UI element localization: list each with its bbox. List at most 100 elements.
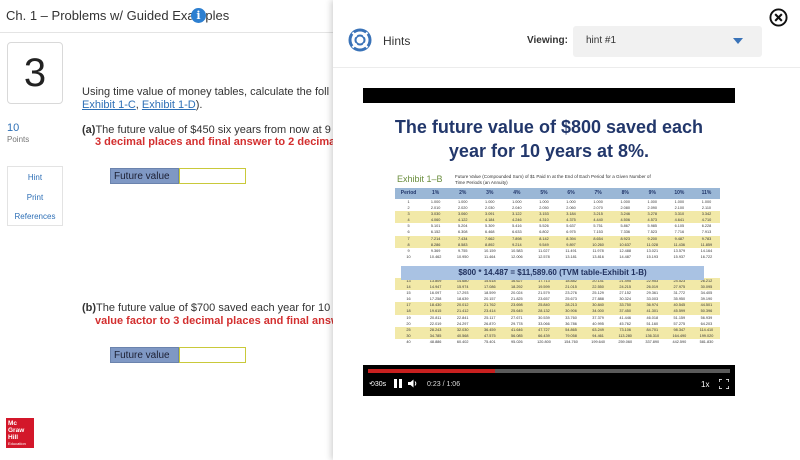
table-cell: 11.978 xyxy=(592,248,604,253)
rewind-30s-button[interactable]: ⟲30s xyxy=(369,380,386,388)
table-cell: 37.379 xyxy=(592,315,604,320)
table-cell: 10.462 xyxy=(429,254,442,259)
table-cell: 7 xyxy=(407,236,410,241)
table-cell: 11.464 xyxy=(484,254,496,259)
table-cell: 27.152 xyxy=(619,291,631,296)
fullscreen-icon[interactable] xyxy=(719,379,729,389)
table-cell: 20.157 xyxy=(483,297,496,302)
table-cell: 36.974 xyxy=(646,303,659,308)
table-cell: 2% xyxy=(459,190,467,196)
table-cell: 7.214 xyxy=(430,236,441,241)
table-cell: 4.122 xyxy=(457,218,468,223)
hint-video-player[interactable]: The future value of $800 saved each year… xyxy=(363,88,735,396)
part-a-field-label: Future value xyxy=(110,168,179,184)
table-cell: 1.000 xyxy=(620,200,630,204)
table-cell: 30 xyxy=(406,333,411,338)
table-cell: 6.802 xyxy=(539,230,549,235)
table-cell: 5.985 xyxy=(647,224,658,229)
table-cell: 11.027 xyxy=(538,248,550,253)
table-cell: 36.786 xyxy=(565,321,577,326)
formula-banner: $800 * 14.487 = $11,589.60 (TVM table-Ex… xyxy=(401,266,704,280)
references-link[interactable]: References xyxy=(8,212,62,221)
prompt-text: Using time value of money tables, calcul… xyxy=(82,86,330,98)
table-cell: 7% xyxy=(594,190,602,196)
table-cell: 30.906 xyxy=(565,309,577,314)
print-link[interactable]: Print xyxy=(8,193,62,202)
table-cell: 5.204 xyxy=(457,224,468,229)
table-cell: 7.898 xyxy=(512,236,522,241)
table-cell: 40.568 xyxy=(456,333,469,338)
hints-title: Hints xyxy=(383,34,411,48)
table-cell: 41.301 xyxy=(646,309,659,314)
hint-select[interactable]: hint #1 xyxy=(573,26,762,57)
part-a-future-value-input[interactable] xyxy=(179,168,246,184)
part-a-label: (a) xyxy=(82,124,96,136)
table-cell: 34.000 xyxy=(592,309,604,314)
table-cell: 9.200 xyxy=(647,236,658,241)
table-cell: 15.974 xyxy=(456,285,469,290)
table-cell: 17.258 xyxy=(429,297,442,302)
table-cell: 3.030 xyxy=(430,212,441,217)
table-cell: 3.215 xyxy=(593,212,603,217)
table-cell: 9.369 xyxy=(430,248,441,253)
table-cell: 20 xyxy=(406,321,411,326)
table-cell: 2 xyxy=(407,206,410,211)
hint-link[interactable]: Hint xyxy=(8,173,62,182)
close-circle-icon[interactable] xyxy=(769,8,788,27)
pause-icon[interactable] xyxy=(394,379,402,388)
table-cell: 9.487 xyxy=(674,236,685,241)
table-cell: 6.468 xyxy=(485,230,495,235)
table-cell: 24.297 xyxy=(456,321,469,326)
table-cell: 7.913 xyxy=(701,230,712,235)
table-cell: 10.583 xyxy=(511,248,523,253)
question-prompt: Using time value of money tables, calcul… xyxy=(82,86,335,112)
table-cell: 6.975 xyxy=(566,230,576,235)
table-cell: 7.336 xyxy=(620,230,630,235)
volume-icon[interactable] xyxy=(408,379,418,388)
table-cell: 22.019 xyxy=(429,321,442,326)
table-cell: 19 xyxy=(406,315,411,320)
table-cell: 2.110 xyxy=(701,206,712,211)
table-cell: 13.181 xyxy=(565,254,577,259)
table-cell: 57.275 xyxy=(673,321,686,326)
table-row: 40 48.886 60.402 75.401 95.026 120.800 154.760… xyxy=(395,339,720,345)
table-cell: 10.637 xyxy=(619,242,631,247)
table-cell: 56.939 xyxy=(700,315,713,320)
table-cell: 5.751 xyxy=(593,224,603,229)
speed-button[interactable]: 1x xyxy=(701,380,709,389)
table-cell: 34.405 xyxy=(700,291,713,296)
info-icon[interactable]: i xyxy=(191,8,206,23)
table-cell: 9.755 xyxy=(457,248,468,253)
table-cell: 25.645 xyxy=(511,309,523,314)
table-cell: 33.066 xyxy=(538,321,550,326)
table-cell: 98.347 xyxy=(673,327,686,332)
table-cell: 14.164 xyxy=(700,248,713,253)
table-cell: 22.841 xyxy=(456,315,469,320)
table-cell: 32.030 xyxy=(456,327,469,332)
table-cell: 1% xyxy=(432,190,440,196)
video-slide: The future value of $800 saved each year… xyxy=(363,103,735,365)
table-cell: 114.410 xyxy=(699,327,714,332)
part-b-future-value-input[interactable] xyxy=(179,347,246,363)
table-cell: 25.673 xyxy=(565,297,577,302)
table-cell: 27.975 xyxy=(673,285,686,290)
table-cell: 8.286 xyxy=(430,242,441,247)
table-cell: 50.396 xyxy=(700,309,713,314)
table-header-row: Period 1% 2% 3% 4% 5% 6% 7% 8% 9% 10% 11% xyxy=(395,188,720,199)
table-cell: 12.488 xyxy=(619,248,631,253)
table-cell: 259.060 xyxy=(618,339,633,344)
table-cell: 9.214 xyxy=(512,242,522,247)
table-cell: 5.309 xyxy=(485,224,495,229)
table-cell: 4.310 xyxy=(539,218,549,223)
table-cell: 40.545 xyxy=(673,303,686,308)
table-cell: 15.937 xyxy=(673,254,686,259)
table-cell: 3.122 xyxy=(512,212,522,217)
mcgraw-hill-logo: Mc Graw Hill Education xyxy=(6,418,34,448)
table-cell: 4.440 xyxy=(593,218,603,223)
table-cell: 1.000 xyxy=(430,200,441,204)
table-cell: 20.024 xyxy=(511,291,523,296)
exhibit-1c-link[interactable]: Exhibit 1-C xyxy=(82,99,136,111)
table-cell: 45.762 xyxy=(619,321,631,326)
exhibit-1d-link[interactable]: Exhibit 1-D xyxy=(142,99,196,111)
table-cell: 66.439 xyxy=(538,333,550,338)
